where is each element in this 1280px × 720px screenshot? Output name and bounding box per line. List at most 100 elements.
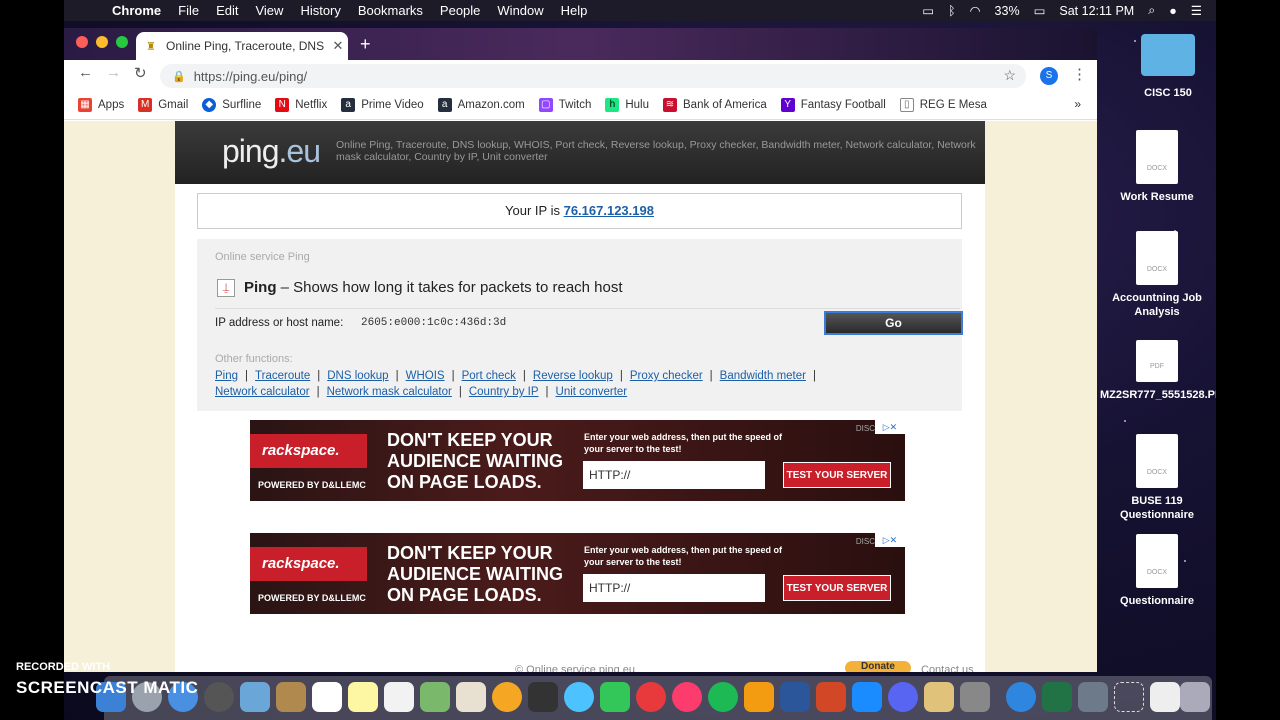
bookmark-star-icon[interactable]: ☆ xyxy=(1003,67,1016,84)
chrome-dock-icon[interactable] xyxy=(204,682,234,712)
ad-url-input[interactable]: HTTP:// xyxy=(583,574,765,602)
host-input[interactable] xyxy=(357,313,817,333)
go-button[interactable]: Go xyxy=(824,311,963,335)
screenshot-icon[interactable] xyxy=(1114,682,1144,712)
battery-icon[interactable]: ▭ xyxy=(1034,3,1046,18)
menu-bookmarks[interactable]: Bookmarks xyxy=(358,3,423,18)
music-icon[interactable] xyxy=(672,682,702,712)
contacts-icon[interactable] xyxy=(276,682,306,712)
disk-utility-icon[interactable] xyxy=(1078,682,1108,712)
notification-center-icon[interactable]: ☰ xyxy=(1191,3,1202,18)
photos-icon[interactable] xyxy=(456,682,486,712)
new-tab-icon[interactable]: + xyxy=(360,34,371,55)
desktop-file-accounting-job-analysis[interactable]: DOCX Accountning Job Analysis xyxy=(1107,231,1207,319)
rackspace-ad-2[interactable]: rackspace. POWERED BY D&LLEMC DON'T KEEP… xyxy=(250,533,905,614)
more-bookmarks-icon[interactable]: » xyxy=(1074,97,1081,111)
menu-edit[interactable]: Edit xyxy=(216,3,238,18)
downloads-stack-icon[interactable] xyxy=(1150,682,1180,712)
bookmark-amazon[interactable]: a Amazon.com xyxy=(437,97,525,112)
desktop-file-pdf[interactable]: PDF MZ2SR777_5551528.PDF xyxy=(1100,340,1216,402)
link-bandwidth-meter[interactable]: Bandwidth meter xyxy=(720,370,806,382)
desktop-file-work-resume[interactable]: DOCX Work Resume xyxy=(1107,130,1207,204)
bookmark-hulu[interactable]: h Hulu xyxy=(605,97,649,112)
link-reverse-lookup[interactable]: Reverse lookup xyxy=(533,370,613,382)
bookmark-reg-e-mesa[interactable]: ▯ REG E Mesa xyxy=(899,97,987,112)
link-traceroute[interactable]: Traceroute xyxy=(255,370,310,382)
menu-file[interactable]: File xyxy=(178,3,199,18)
bookmark-gmail[interactable]: M Gmail xyxy=(138,97,188,112)
news-icon[interactable] xyxy=(636,682,666,712)
system-preferences-icon[interactable] xyxy=(960,682,990,712)
ad-test-server-button[interactable]: TEST YOUR SERVER xyxy=(783,462,891,488)
battery-percent[interactable]: 33% xyxy=(995,4,1020,18)
site-logo[interactable]: ping.eu xyxy=(222,133,321,170)
messages-icon[interactable] xyxy=(564,682,594,712)
lock-icon[interactable]: 🔒 xyxy=(172,70,186,83)
menu-clock[interactable]: Sat 12:11 PM xyxy=(1059,4,1134,18)
menu-app-name[interactable]: Chrome xyxy=(112,3,161,18)
url-text[interactable]: https://ping.eu/ping/ xyxy=(194,69,307,84)
address-bar[interactable]: 🔒 https://ping.eu/ping/ ☆ xyxy=(160,64,1026,88)
link-network-calculator[interactable]: Network calculator xyxy=(215,386,310,398)
back-arrow-icon[interactable]: ← xyxy=(78,64,93,81)
bookmark-prime-video[interactable]: a Prime Video xyxy=(341,97,424,112)
forward-arrow-icon[interactable]: → xyxy=(106,64,121,81)
link-country-by-ip[interactable]: Country by IP xyxy=(469,386,539,398)
link-proxy-checker[interactable]: Proxy checker xyxy=(630,370,703,382)
donate-button[interactable]: Donate xyxy=(845,661,911,672)
adchoices-close-icon[interactable]: ▷✕ xyxy=(875,420,905,434)
link-unit-converter[interactable]: Unit converter xyxy=(556,386,628,398)
siri-icon[interactable]: ● xyxy=(1169,4,1177,18)
link-ping[interactable]: Ping xyxy=(215,370,238,382)
adchoices-close-icon[interactable]: ▷✕ xyxy=(875,533,905,547)
contact-link[interactable]: Contact us xyxy=(921,664,974,672)
safari-dock-icon[interactable] xyxy=(1006,682,1036,712)
trash-icon[interactable] xyxy=(1180,682,1210,712)
bookmark-surfline[interactable]: ◆ Surfline xyxy=(202,97,261,112)
close-tab-icon[interactable]: ✕ xyxy=(328,38,348,54)
bluetooth-icon[interactable]: ᛒ xyxy=(948,4,956,18)
menu-help[interactable]: Help xyxy=(561,3,588,18)
spotlight-search-icon[interactable]: ⌕ xyxy=(1148,3,1155,18)
photo-booth-icon[interactable] xyxy=(492,682,522,712)
maps-icon[interactable] xyxy=(420,682,450,712)
texteditor-icon[interactable] xyxy=(924,682,954,712)
bookmark-netflix[interactable]: N Netflix xyxy=(275,97,327,112)
minimize-window-button[interactable] xyxy=(96,36,108,48)
link-network-mask-calculator[interactable]: Network mask calculator xyxy=(327,386,452,398)
reload-icon[interactable]: ↻ xyxy=(134,64,147,82)
close-window-button[interactable] xyxy=(76,36,88,48)
notes-icon[interactable] xyxy=(348,682,378,712)
bookmark-twitch[interactable]: ▢ Twitch xyxy=(538,97,591,112)
airplay-icon[interactable]: ▭ xyxy=(922,3,934,18)
tab-active[interactable]: ♜ Online Ping, Traceroute, DNS l ✕ xyxy=(136,32,348,60)
discord-icon[interactable] xyxy=(888,682,918,712)
desktop-file-questionnaire[interactable]: DOCX Questionnaire xyxy=(1107,534,1207,608)
bookmark-apps[interactable]: ▦ Apps xyxy=(78,97,124,112)
app-store-icon[interactable] xyxy=(852,682,882,712)
word-icon[interactable] xyxy=(780,682,810,712)
link-whois[interactable]: WHOIS xyxy=(406,370,445,382)
desktop-file-buse119[interactable]: DOCX BUSE 119 Questionnaire xyxy=(1107,434,1207,522)
chrome-menu-icon[interactable]: ⋮ xyxy=(1072,65,1087,83)
menu-view[interactable]: View xyxy=(255,3,283,18)
link-port-check[interactable]: Port check xyxy=(462,370,516,382)
bookmark-fantasy-football[interactable]: Y Fantasy Football xyxy=(780,97,886,112)
menu-history[interactable]: History xyxy=(300,3,340,18)
menu-window[interactable]: Window xyxy=(497,3,543,18)
rackspace-ad-1[interactable]: rackspace. POWERED BY D&LLEMC DON'T KEEP… xyxy=(250,420,905,501)
wifi-icon[interactable]: ◠ xyxy=(970,3,981,18)
movie-icon[interactable] xyxy=(528,682,558,712)
menu-people[interactable]: People xyxy=(440,3,480,18)
facetime-icon[interactable] xyxy=(600,682,630,712)
powerpoint-icon[interactable] xyxy=(816,682,846,712)
desktop-folder-cisc150[interactable]: CISC 150 xyxy=(1118,34,1216,100)
preview-icon[interactable] xyxy=(240,682,270,712)
bookmark-bank-of-america[interactable]: ≋ Bank of America xyxy=(663,97,767,112)
books-icon[interactable] xyxy=(744,682,774,712)
calendar-icon[interactable] xyxy=(312,682,342,712)
your-ip-link[interactable]: 76.167.123.198 xyxy=(564,203,654,218)
spotify-icon[interactable] xyxy=(708,682,738,712)
zoom-window-button[interactable] xyxy=(116,36,128,48)
link-dns-lookup[interactable]: DNS lookup xyxy=(327,370,388,382)
